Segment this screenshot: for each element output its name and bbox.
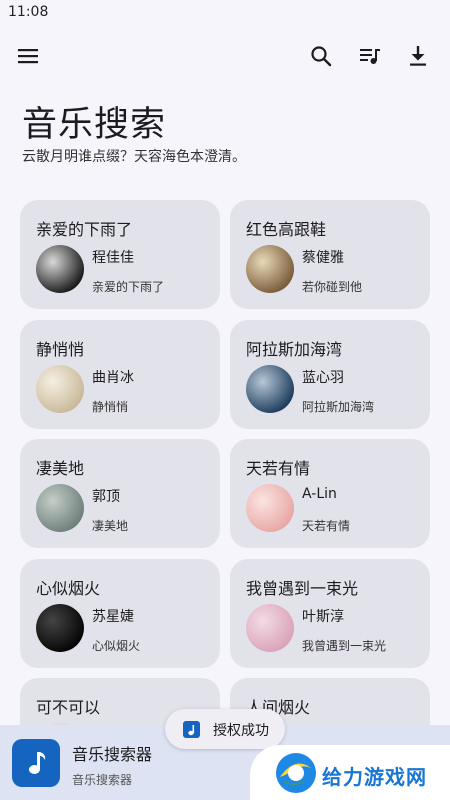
playlist-button[interactable] [352, 38, 388, 74]
album-art [36, 484, 84, 532]
song-name: 我曾遇到一束光 [302, 638, 387, 653]
song-card[interactable]: 我曾遇到一束光 叶斯淳 我曾遇到一束光 [230, 558, 430, 668]
song-card[interactable]: 心似烟火 苏星婕 心似烟火 [20, 558, 220, 668]
download-icon [410, 46, 426, 66]
status-time: 11:08 [8, 4, 49, 20]
song-card[interactable]: 阿拉斯加海湾 蓝心羽 阿拉斯加海湾 [230, 319, 430, 429]
album-art [246, 245, 294, 293]
song-name: 静悄悄 [92, 399, 129, 414]
album-art [246, 603, 294, 652]
download-button[interactable] [400, 38, 436, 74]
song-card-title: 心似烟火 [36, 578, 101, 598]
player-title: 音乐搜索器 [72, 745, 153, 764]
song-card-title: 天若有情 [246, 459, 311, 478]
song-card-title: 红色高跟鞋 [246, 220, 327, 239]
song-card-title: 阿拉斯加海湾 [246, 339, 343, 359]
song-card[interactable]: 亲爱的下雨了 程佳佳 亲爱的下雨了 [20, 200, 220, 309]
song-name: 若你碰到他 [302, 280, 363, 294]
artist-name: 叶斯淳 [302, 608, 344, 625]
toast: 授权成功 [165, 709, 285, 749]
artist-name: 郭顶 [92, 489, 120, 505]
music-note-icon [183, 721, 200, 738]
top-app-bar [0, 36, 450, 76]
search-icon [311, 46, 332, 67]
page-subtitle: 云散月明谁点缀？天容海色本澄清。 [22, 149, 246, 165]
watermark: 给力游戏网 [250, 745, 450, 800]
song-card-title: 静悄悄 [36, 339, 85, 359]
search-button[interactable] [303, 38, 339, 74]
song-card[interactable]: 凄美地 郭顶 凄美地 [20, 439, 220, 548]
song-card-title: 凄美地 [36, 459, 85, 478]
playlist-icon [360, 49, 380, 64]
song-name: 天若有情 [302, 519, 351, 533]
song-name: 阿拉斯加海湾 [302, 399, 375, 414]
music-note-icon [29, 752, 46, 774]
watermark-text: 给力游戏网 [322, 765, 427, 789]
watermark-logo-icon [276, 753, 316, 793]
album-art [246, 364, 294, 413]
song-card-title: 可不可以 [36, 698, 101, 717]
song-name: 亲爱的下雨了 [92, 280, 165, 294]
status-bar: 11:08 [0, 0, 450, 26]
artist-name: 蔡健雅 [302, 250, 344, 266]
toast-text: 授权成功 [213, 723, 269, 739]
album-art [36, 245, 84, 293]
artist-name: A-Lin [302, 486, 337, 502]
song-card[interactable]: 红色高跟鞋蔡健雅若你碰到他 [230, 200, 430, 309]
song-card[interactable]: 静悄悄 曲肖冰 静悄悄 [20, 319, 220, 429]
hamburger-menu-icon [18, 49, 38, 64]
song-card-title: 亲爱的下雨了 [36, 220, 133, 239]
artist-name: 曲肖冰 [92, 369, 134, 386]
album-art [246, 484, 294, 532]
song-card[interactable]: 天若有情 A-Lin 天若有情 [230, 439, 430, 548]
artist-name: 蓝心羽 [302, 369, 344, 386]
page-title: 音乐搜索 [22, 105, 167, 145]
player-artwork [12, 739, 60, 787]
song-grid: 亲爱的下雨了 程佳佳 亲爱的下雨了 红色高跟鞋 蔡健雅 若你碰到他 静悄悄 曲肖冰 静悄悄 阿拉斯… [20, 200, 430, 725]
song-name: 心似烟火 [92, 638, 141, 653]
player-subtitle: 音乐搜索器 [72, 773, 133, 787]
album-art [36, 603, 84, 652]
song-card-title: 我曾遇到一束光 [246, 578, 359, 598]
artist-name: 苏星婕 [92, 608, 134, 625]
album-art [36, 364, 84, 413]
artist-name: 程佳佳 [92, 250, 134, 266]
menu-button[interactable] [10, 38, 46, 74]
song-name: 凄美地 [92, 519, 129, 533]
